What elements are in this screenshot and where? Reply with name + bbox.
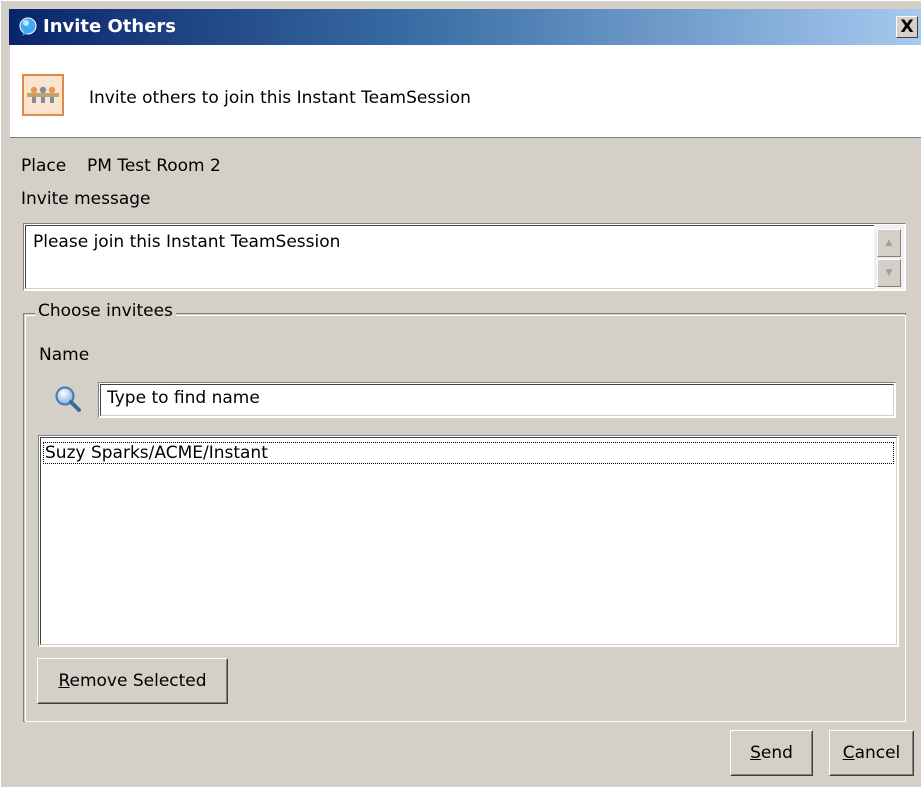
place-value: PM Test Room 2 bbox=[87, 156, 221, 176]
header-banner: Invite others to join this Instant TeamS… bbox=[10, 45, 921, 138]
remove-label: emove Selected bbox=[69, 671, 207, 691]
cancel-button[interactable]: Cancel bbox=[829, 730, 914, 776]
cancel-mnemonic: C bbox=[842, 743, 855, 763]
arrow-up-icon: ▲ bbox=[885, 238, 893, 248]
close-icon: X bbox=[900, 17, 914, 37]
send-button[interactable]: Send bbox=[730, 730, 813, 776]
invite-message-field[interactable]: Please join this Instant TeamSession ▲ ▼ bbox=[23, 223, 906, 291]
arrow-down-icon: ▼ bbox=[885, 268, 893, 278]
send-label: end bbox=[760, 743, 793, 763]
choose-invitees-legend: Choose invitees bbox=[35, 301, 176, 321]
message-scrollbar[interactable]: ▲ ▼ bbox=[874, 225, 904, 289]
name-label: Name bbox=[39, 345, 90, 365]
remove-selected-button[interactable]: Remove Selected bbox=[37, 658, 228, 704]
app-logo-icon bbox=[19, 17, 37, 36]
list-item[interactable]: Suzy Sparks/ACME/Instant bbox=[43, 442, 894, 464]
invite-others-dialog: Invite Others X Invite others to join th… bbox=[0, 0, 921, 787]
cancel-label: ancel bbox=[854, 743, 901, 763]
scroll-up-button[interactable]: ▲ bbox=[877, 229, 901, 257]
search-icon bbox=[55, 386, 81, 412]
find-name-field[interactable] bbox=[98, 382, 896, 418]
find-name-input[interactable] bbox=[107, 388, 867, 408]
banner-text: Invite others to join this Instant TeamS… bbox=[89, 88, 471, 108]
invite-message-label: Invite message bbox=[21, 189, 151, 209]
window-title: Invite Others bbox=[43, 16, 177, 37]
team-session-icon bbox=[22, 74, 64, 116]
close-button[interactable]: X bbox=[896, 16, 918, 38]
send-mnemonic: S bbox=[750, 743, 761, 763]
scroll-down-button[interactable]: ▼ bbox=[877, 259, 901, 287]
title-bar[interactable]: Invite Others X bbox=[9, 9, 921, 45]
invitees-list[interactable]: Suzy Sparks/ACME/Instant bbox=[38, 435, 899, 647]
place-label: Place bbox=[21, 156, 67, 176]
remove-mnemonic: R bbox=[58, 671, 70, 691]
invite-message-text: Please join this Instant TeamSession bbox=[33, 232, 341, 252]
